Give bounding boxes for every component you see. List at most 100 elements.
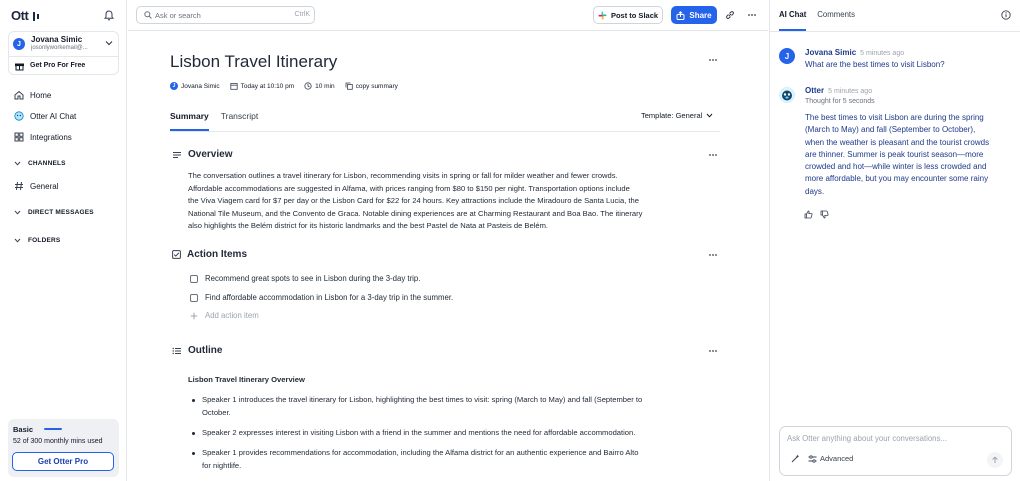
outline-bullet-line: Speaker 1 introduces the travel itinerar… (202, 395, 643, 404)
share-label: Share (689, 10, 712, 20)
otter-message-text: The best times to visit Lisbon are durin… (805, 112, 1015, 198)
copy-link-icon[interactable] (725, 10, 735, 20)
action-item-checkbox[interactable] (190, 274, 198, 283)
usage-minutes: 52 of 300 monthly mins used (13, 438, 103, 445)
template-label: Template: General (641, 111, 703, 120)
get-pro-label: Get Pro For Free (30, 62, 86, 69)
share-icon (676, 10, 685, 20)
share-button[interactable]: Share (671, 6, 717, 24)
user-message: Jovana Simic 5 minutes ago What are the b… (805, 48, 945, 71)
otter-avatar-icon (779, 87, 795, 103)
get-otter-pro-button[interactable]: Get Otter Pro (12, 452, 114, 471)
nav-item-integrations[interactable]: Integrations (14, 130, 72, 144)
notifications-bell-icon[interactable] (104, 10, 114, 21)
add-action-item-label: Add action item (205, 311, 259, 320)
channels-section-toggle[interactable]: CHANNELS (14, 160, 66, 167)
user-message-author: Jovana Simic (805, 48, 857, 57)
doc-tabs: Summary Transcript (170, 111, 258, 131)
chevron-down-icon (14, 210, 21, 215)
action-items-heading: Action Items (172, 249, 247, 260)
author[interactable]: J Jovana Simic (170, 82, 220, 90)
hash-icon (14, 181, 24, 191)
tab-comments[interactable]: Comments (817, 10, 855, 31)
outline-bullet-text: Speaker 2 expresses interest in visiting… (202, 427, 635, 440)
otter-logo[interactable]: Ott (11, 9, 41, 23)
nav-item-home[interactable]: Home (14, 88, 51, 102)
otter-message-line: are thinner. Summer is peak tourist seas… (805, 149, 984, 159)
folders-section-toggle[interactable]: FOLDERS (14, 237, 60, 244)
account-switcher[interactable]: J Jovana Simic josonlyworkemail@... (9, 32, 118, 57)
action-item-checkbox[interactable] (190, 293, 198, 302)
otter-chat-icon (14, 111, 24, 121)
tab-transcript[interactable]: Transcript (221, 111, 258, 131)
action-items-title: Action Items (187, 249, 248, 260)
main-content: Ask or search CtrlK Post to Slack Share … (128, 0, 768, 481)
thought-duration[interactable]: Thought for 5 seconds (805, 98, 1015, 105)
slack-icon (598, 11, 607, 19)
search-input[interactable]: Ask or search CtrlK (136, 6, 315, 24)
sliders-icon (808, 454, 817, 463)
thumbs-down-icon[interactable] (820, 210, 829, 219)
outline-bullet-line: October. (202, 407, 231, 417)
account-card: J Jovana Simic josonlyworkemail@... Get … (8, 31, 119, 75)
overview-line: the Viva Viagem card for $7 per day or t… (188, 196, 639, 206)
nav-item-otter-ai-chat[interactable]: Otter AI Chat (14, 109, 76, 123)
home-icon (14, 90, 24, 100)
outline-section-title: Lisbon Travel Itinerary Overview (188, 375, 305, 384)
action-item[interactable]: Find affordable accommodation in Lisbon … (190, 293, 453, 302)
overview-line: Affordable accommodations are suggested … (188, 183, 630, 193)
add-action-item-button[interactable]: Add action item (190, 311, 259, 320)
otter-message-line: more affordable, but you may encounter s… (805, 174, 989, 184)
action-item[interactable]: Recommend great spots to see in Lisbon d… (190, 274, 420, 283)
otter-message-line: when the weather is pleasant and the tou… (805, 137, 990, 147)
tab-summary[interactable]: Summary (170, 111, 209, 131)
channels-label: CHANNELS (28, 160, 66, 167)
info-icon[interactable] (1001, 10, 1011, 20)
overview-heading: Overview (172, 149, 232, 160)
conversation-meta: J Jovana Simic Today at 10:10 pm 10 min c… (170, 82, 398, 90)
panel-tabs-divider (770, 31, 1020, 32)
usage-progress-bar (44, 428, 62, 430)
arrow-up-icon (992, 456, 998, 463)
template-selector[interactable]: Template: General (641, 111, 713, 120)
overview-title: Overview (188, 149, 233, 160)
calendar-icon (230, 83, 238, 90)
outline-title-label: Outline (188, 345, 223, 356)
plan-name: Basic (13, 425, 34, 434)
magic-wand-icon[interactable] (791, 454, 800, 463)
duration-text: 10 min (315, 82, 335, 90)
advanced-button[interactable]: Advanced (808, 454, 853, 463)
more-options-icon[interactable] (708, 349, 718, 353)
outline-bullet-line: for nightlife. (202, 460, 242, 470)
otter-message-author: Otter (805, 86, 825, 95)
more-options-icon[interactable] (747, 10, 757, 20)
user-message-text: What are the best times to visit Lisbon? (805, 60, 945, 69)
svg-text:Ott: Ott (11, 9, 29, 23)
more-options-icon[interactable] (708, 153, 718, 157)
chevron-down-icon (706, 113, 713, 118)
action-item-text: Recommend great spots to see in Lisbon d… (205, 274, 421, 283)
chevron-down-icon (105, 40, 113, 46)
overview-line: The conversation outlines a travel itine… (188, 171, 618, 180)
tab-ai-chat[interactable]: AI Chat (779, 10, 807, 31)
checkbox-icon (172, 250, 181, 259)
post-to-slack-button[interactable]: Post to Slack (593, 6, 663, 24)
nav-item-label: Integrations (30, 132, 72, 142)
more-options-icon[interactable] (708, 58, 718, 62)
ai-chat-panel: AI Chat Comments J Jovana Simic 5 minutes… (769, 0, 1020, 481)
bullet-dot (192, 452, 195, 455)
more-options-icon[interactable] (708, 253, 718, 257)
date: Today at 10:10 pm (230, 82, 294, 90)
direct-messages-section-toggle[interactable]: DIRECT MESSAGES (14, 209, 94, 216)
outline-bullet-text: Speaker 1 introduces the travel itinerar… (202, 394, 642, 419)
overview-text: The conversation outlines a travel itine… (188, 170, 718, 233)
author-name: Jovana Simic (181, 82, 220, 90)
ask-otter-input[interactable]: Ask Otter anything about your conversati… (779, 426, 1012, 476)
send-button[interactable] (987, 452, 1003, 468)
channel-general[interactable]: General (14, 179, 58, 193)
panel-tabs: AI Chat Comments (779, 10, 855, 31)
get-pro-free-link[interactable]: Get Pro For Free (9, 58, 118, 75)
thumbs-up-icon[interactable] (804, 210, 813, 219)
copy-summary-button[interactable]: copy summary (345, 82, 398, 90)
ask-tools: Advanced (791, 454, 853, 463)
